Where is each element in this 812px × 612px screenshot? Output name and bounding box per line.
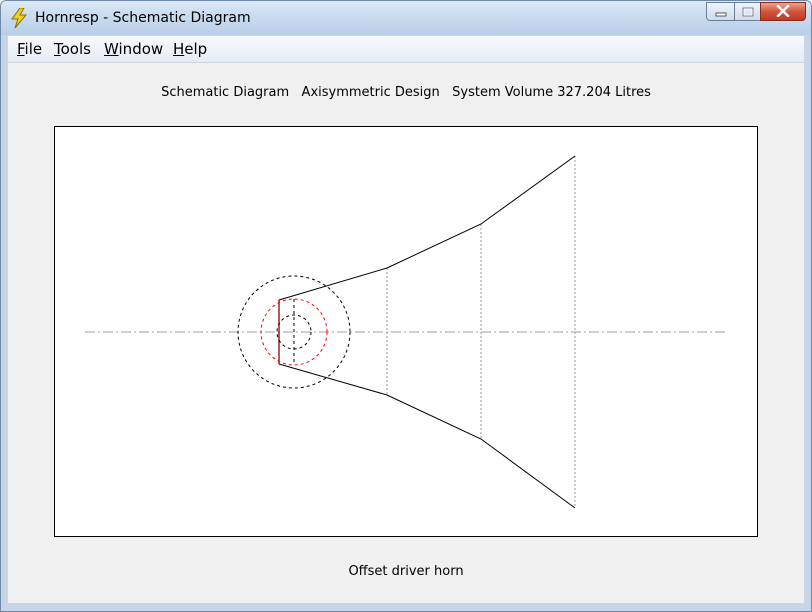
- menu-bar: File Tools Window Help: [8, 36, 804, 63]
- window-title: Hornresp - Schematic Diagram: [35, 10, 251, 26]
- close-icon: [776, 2, 790, 21]
- menu-file-rest: ile: [24, 40, 43, 58]
- menu-window-rest: indow: [118, 40, 164, 58]
- menu-tools-rest: ools: [60, 40, 91, 58]
- menu-window-mnemonic: W: [104, 40, 119, 58]
- close-button[interactable]: [760, 2, 806, 21]
- menu-help-mnemonic: H: [173, 40, 185, 58]
- schematic-drawing: [85, 155, 727, 509]
- menu-help-rest: elp: [184, 40, 208, 58]
- diagram-caption: Offset driver horn: [348, 564, 464, 579]
- menu-help[interactable]: Help: [173, 40, 207, 58]
- menu-tools[interactable]: Tools: [54, 40, 91, 58]
- menu-window[interactable]: Window: [104, 40, 163, 58]
- horn-upper-wall: [278, 155, 576, 301]
- schematic-panel: [54, 126, 758, 537]
- menu-file-mnemonic: F: [17, 40, 25, 58]
- diagram-heading: Schematic Diagram Axisymmetric Design Sy…: [161, 85, 651, 100]
- lightning-bolt-icon: [10, 7, 28, 29]
- menu-tools-mnemonic: T: [54, 40, 61, 58]
- minimize-button[interactable]: [706, 2, 734, 21]
- caption-buttons: [706, 2, 806, 22]
- horn-lower-wall: [278, 363, 576, 509]
- menu-file[interactable]: File: [17, 40, 42, 58]
- minimize-icon: [715, 2, 727, 21]
- title-bar[interactable]: Hornresp - Schematic Diagram: [1, 1, 811, 35]
- maximize-icon: [742, 2, 754, 21]
- maximize-button[interactable]: [734, 2, 760, 21]
